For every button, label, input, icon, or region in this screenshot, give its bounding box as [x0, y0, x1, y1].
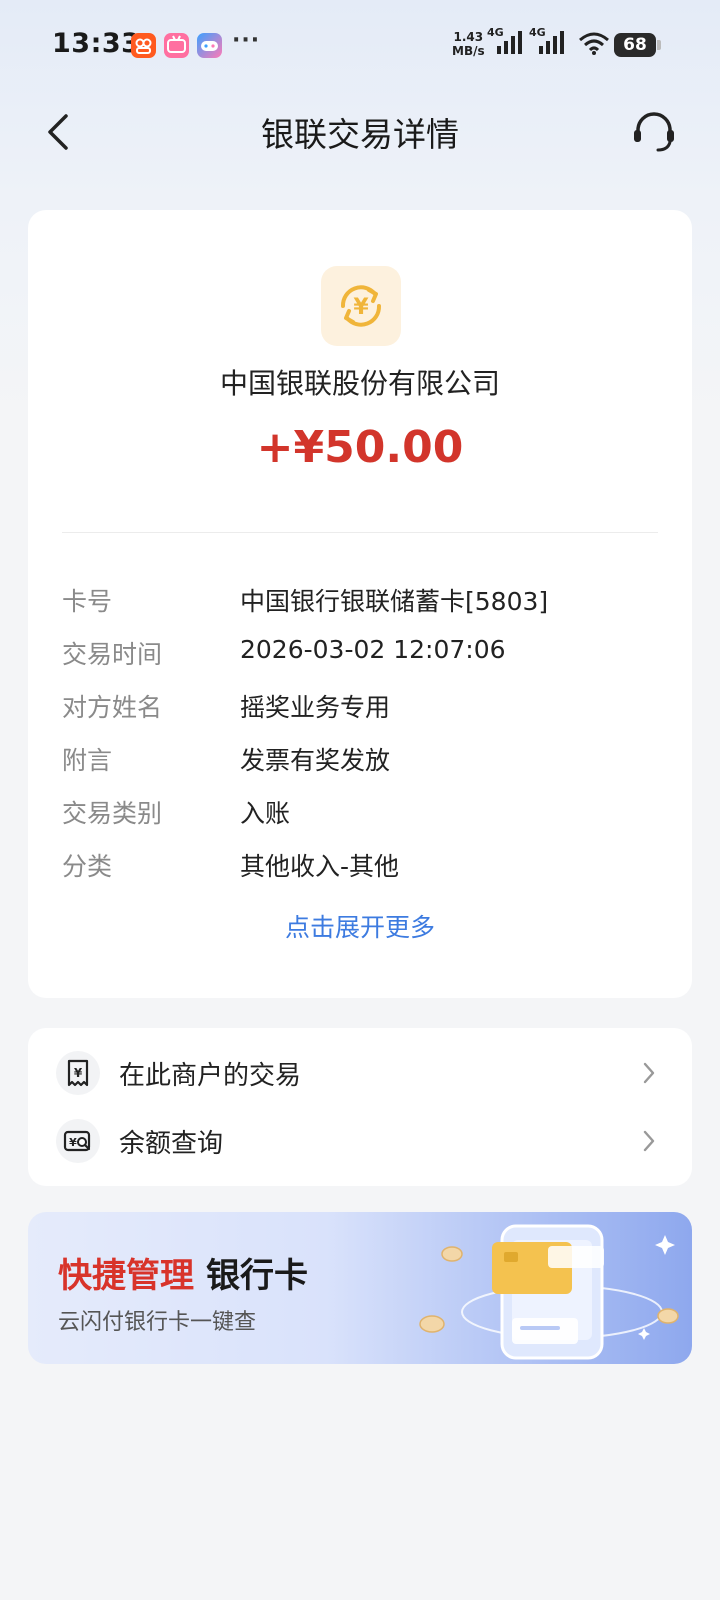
wifi-icon [578, 32, 610, 60]
action-label: 余额查询 [119, 1128, 224, 1159]
network-speed: 1.43 MB/s [452, 30, 485, 58]
detail-value: 摇奖业务专用 [240, 693, 391, 722]
divider [62, 532, 658, 533]
balance-inquiry-item[interactable]: ¥ 余额查询 [28, 1108, 692, 1174]
status-bar: 13:33 ··· 1.43 MB/s 4G 4G 68 [0, 0, 720, 92]
detail-row-counterparty: 对方姓名 摇奖业务专用 [62, 688, 662, 741]
page-title: 银联交易详情 [261, 115, 459, 154]
merchant-name: 中国银联股份有限公司 [219, 367, 500, 400]
detail-label: 附言 [62, 746, 113, 775]
detail-label: 分类 [62, 852, 113, 881]
receipt-yen-icon: ¥ [56, 1051, 100, 1095]
detail-label: 交易时间 [62, 640, 163, 669]
svg-text:¥: ¥ [74, 1066, 83, 1080]
more-notifications-icon: ··· [232, 28, 261, 53]
phone-card-illustration-icon [419, 1224, 679, 1360]
nav-header: 银联交易详情 [0, 92, 720, 172]
banner-title-highlight: 快捷管理 [58, 1256, 194, 1296]
detail-value: 2026-03-02 12:07:06 [240, 635, 506, 664]
cellular-signal-icon: 4G [487, 26, 525, 60]
detail-value: 中国银行银联储蓄卡[5803] [240, 587, 549, 616]
detail-value: 其他收入-其他 [240, 852, 400, 881]
expand-more-link[interactable]: 点击展开更多 [28, 908, 692, 944]
detail-label: 交易类别 [62, 799, 163, 828]
detail-value: 发票有奖发放 [240, 746, 391, 775]
detail-row-time: 交易时间 2026-03-02 12:07:06 [62, 635, 662, 688]
bilibili-icon [164, 33, 189, 58]
banner-subtitle: 云闪付银行卡一键查 [58, 1310, 257, 1335]
svg-text:¥: ¥ [353, 295, 369, 320]
transaction-details: 卡号 中国银行银联储蓄卡[5803] 交易时间 2026-03-02 12:07… [62, 582, 662, 900]
cellular-signal-icon-2: 4G [529, 26, 567, 60]
action-label: 在此商户的交易 [119, 1060, 302, 1091]
game-center-icon [197, 33, 222, 58]
svg-text:¥: ¥ [69, 1136, 77, 1149]
battery-indicator: 68 [614, 33, 661, 57]
customer-service-button[interactable] [628, 106, 680, 158]
transaction-amount: +¥50.00 [256, 422, 464, 473]
actions-card: ¥ 在此商户的交易 ¥ 余额查询 [28, 1028, 692, 1186]
headset-icon [634, 112, 674, 152]
detail-value: 入账 [240, 799, 291, 828]
bank-card-promo-banner[interactable]: 快捷管理 银行卡 云闪付银行卡一键查 [28, 1212, 692, 1364]
chevron-right-icon [642, 1129, 656, 1153]
merchant-transactions-item[interactable]: ¥ 在此商户的交易 [28, 1040, 692, 1106]
detail-row-category: 分类 其他收入-其他 [62, 847, 662, 900]
detail-row-remark: 附言 发票有奖发放 [62, 741, 662, 794]
balance-search-icon: ¥ [56, 1119, 100, 1163]
app-notification-icon [131, 33, 156, 58]
network-speed-unit: MB/s [452, 44, 485, 58]
detail-row-type: 交易类别 入账 [62, 794, 662, 847]
transaction-card: ¥ 中国银联股份有限公司 +¥50.00 卡号 中国银行银联储蓄卡[5803] … [28, 210, 692, 998]
status-time: 13:33 [52, 28, 141, 59]
detail-row-card-number: 卡号 中国银行银联储蓄卡[5803] [62, 582, 662, 635]
chevron-right-icon [642, 1061, 656, 1085]
sim2-label: 4G [529, 26, 546, 39]
banner-title: 快捷管理 银行卡 [58, 1248, 308, 1297]
sim1-label: 4G [487, 26, 504, 39]
detail-label: 对方姓名 [62, 693, 163, 722]
banner-title-rest: 银行卡 [206, 1256, 308, 1296]
network-speed-value: 1.43 [453, 30, 484, 44]
yen-exchange-icon: ¥ [321, 266, 401, 346]
detail-label: 卡号 [62, 587, 113, 616]
